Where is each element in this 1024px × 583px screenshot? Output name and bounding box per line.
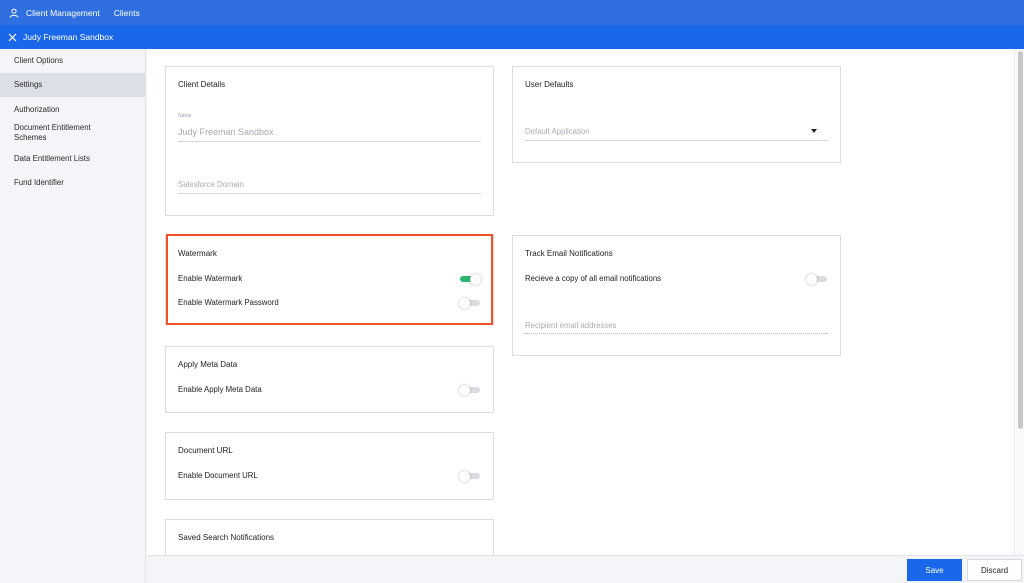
salesforce-domain-underline xyxy=(178,193,481,194)
saved-search-notifications-title: Saved Search Notifications xyxy=(178,533,275,542)
watermark-card: Watermark Enable Watermark Enable Waterm… xyxy=(165,235,494,325)
enable-watermark-password-toggle[interactable] xyxy=(459,298,480,309)
client-title: Judy Freeman Sandbox xyxy=(23,32,114,42)
name-input[interactable]: Judy Freeman Sandbox xyxy=(178,127,274,137)
enable-document-url-toggle[interactable] xyxy=(459,471,480,482)
enable-watermark-label: Enable Watermark xyxy=(178,274,243,283)
name-underline xyxy=(178,141,481,142)
recipient-email-underline xyxy=(525,333,828,334)
apply-meta-data-card: Apply Meta Data Enable Apply Meta Data xyxy=(165,346,494,413)
enable-apply-meta-data-label: Enable Apply Meta Data xyxy=(178,385,262,394)
default-application-underline xyxy=(525,140,828,141)
email-copy-toggle[interactable] xyxy=(806,274,827,285)
enable-document-url-label: Enable Document URL xyxy=(178,471,258,480)
recipient-email-input[interactable]: Recipient email addresses xyxy=(525,321,616,330)
discard-button[interactable]: Discard xyxy=(967,559,1022,581)
email-copy-label: Recieve a copy of all email notification… xyxy=(525,274,662,283)
chevron-down-icon[interactable] xyxy=(811,129,817,133)
breadcrumb-clients[interactable]: Clients xyxy=(114,8,140,18)
track-email-notifications-card: Track Email Notifications Recieve a copy… xyxy=(512,235,841,356)
document-url-card: Document URL Enable Document URL xyxy=(165,432,494,500)
apply-meta-data-title: Apply Meta Data xyxy=(178,360,238,369)
client-title-bar: Judy Freeman Sandbox xyxy=(0,25,1024,49)
sidebar-item-authorization[interactable]: Authorization xyxy=(0,104,145,116)
close-icon[interactable] xyxy=(8,33,17,42)
user-defaults-card: User Defaults Default Application xyxy=(512,66,841,163)
sidebar-item-data-entitlement-lists[interactable]: Data Entitlement Lists xyxy=(0,153,145,165)
breadcrumb-client-management[interactable]: Client Management xyxy=(26,8,100,18)
sidebar-item-fund-identifier[interactable]: Fund Identifier xyxy=(0,177,145,189)
enable-watermark-toggle[interactable] xyxy=(460,274,481,285)
content-scrollbar[interactable] xyxy=(1014,49,1024,555)
default-application-select[interactable]: Default Application xyxy=(525,127,590,136)
client-details-card: Client Details Name Judy Freeman Sandbox… xyxy=(165,66,494,216)
top-navigation-bar: Client Management Clients xyxy=(0,0,1024,25)
track-email-notifications-title: Track Email Notifications xyxy=(525,249,613,258)
save-button[interactable]: Save xyxy=(907,559,962,581)
footer-action-bar: Save Discard xyxy=(147,555,1024,583)
sidebar-item-document-entitlement-schemes[interactable]: Document Entitlement Schemes xyxy=(0,123,120,143)
sidebar-item-settings[interactable]: Settings xyxy=(0,73,145,97)
settings-content: Client Details Name Judy Freeman Sandbox… xyxy=(147,49,1014,555)
sidebar: Client Options Settings Authorization Do… xyxy=(0,49,146,583)
salesforce-domain-input[interactable]: Salesforce Domain xyxy=(178,180,244,189)
document-url-title: Document URL xyxy=(178,446,233,455)
watermark-title: Watermark xyxy=(178,249,217,258)
user-defaults-title: User Defaults xyxy=(525,80,574,89)
saved-search-notifications-card: Saved Search Notifications xyxy=(165,519,494,555)
client-details-title: Client Details xyxy=(178,80,226,89)
user-icon xyxy=(9,8,19,18)
enable-apply-meta-data-toggle[interactable] xyxy=(459,385,480,396)
sidebar-item-client-options[interactable]: Client Options xyxy=(0,49,145,73)
enable-watermark-password-label: Enable Watermark Password xyxy=(178,298,279,307)
name-label: Name xyxy=(178,113,192,119)
scrollbar-thumb[interactable] xyxy=(1018,51,1023,429)
